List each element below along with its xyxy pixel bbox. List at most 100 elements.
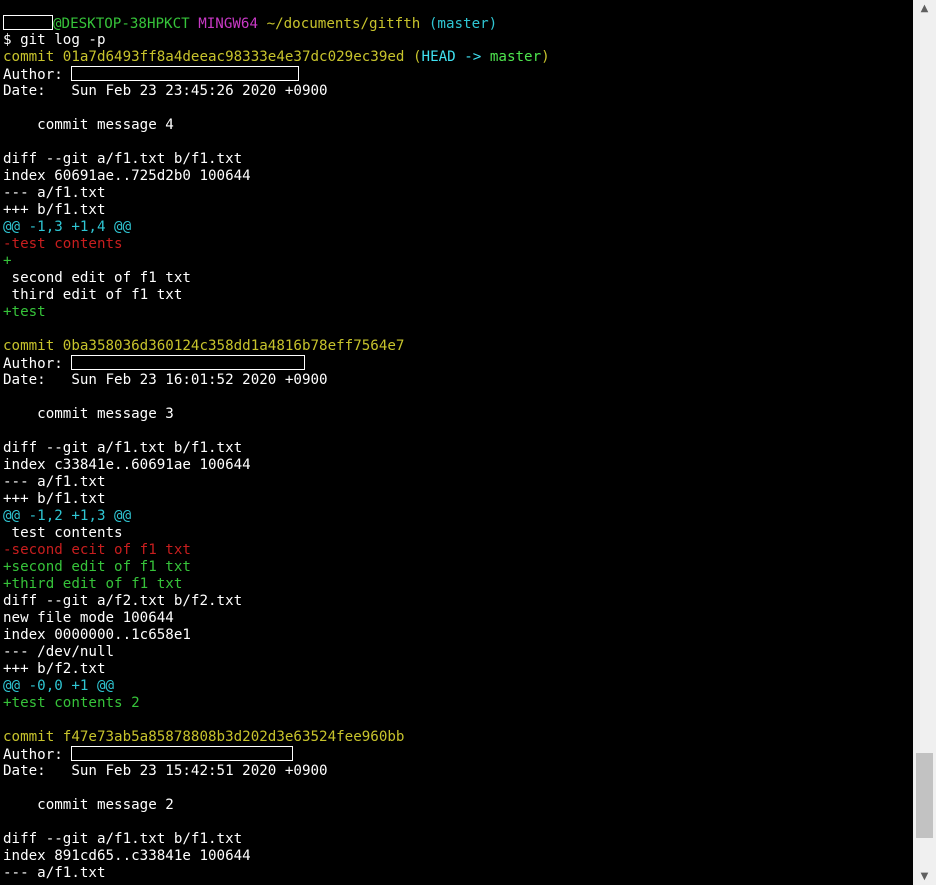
terminal-line: test contents [3, 525, 123, 542]
terminal-line: $ git log -p [3, 32, 106, 49]
terminal-line: commit 0ba358036d360124c358dd1a4816b78ef… [3, 338, 404, 355]
terminal-line: Author: [3, 746, 294, 763]
terminal-line: index 891cd65..c33841e 100644 [3, 848, 251, 865]
terminal-line: --- a/f1.txt [3, 474, 106, 491]
terminal-line: second edit of f1 txt [3, 270, 191, 287]
terminal-line: diff --git a/f2.txt b/f2.txt [3, 593, 242, 610]
terminal-text: second edit of f1 txt [3, 270, 191, 286]
terminal-text: MINGW64 [198, 16, 259, 32]
scroll-up-button[interactable]: ▲ [913, 0, 936, 17]
terminal-text: Date: Sun Feb 23 15:42:51 2020 +0900 [3, 763, 328, 779]
terminal-text: +test [3, 304, 46, 320]
terminal-line: commit message 2 [3, 797, 174, 814]
triangle-up-icon: ▲ [920, 3, 929, 14]
terminal-text: +third edit of f1 txt [3, 576, 183, 592]
terminal-text: index 60691ae..725d2b0 100644 [3, 168, 251, 184]
terminal-text: third edit of f1 txt [3, 287, 183, 303]
scroll-down-button[interactable]: ▼ [913, 868, 936, 885]
terminal-text: commit 01a7d6493ff8a4deeac98333e4e37dc02… [3, 49, 422, 65]
terminal-line: @@ -1,3 +1,4 @@ [3, 219, 131, 236]
terminal-text: +++ b/f1.txt [3, 491, 106, 507]
terminal-line: commit f47e73ab5a85878808b3d202d3e63524f… [3, 729, 404, 746]
terminal-line: Date: Sun Feb 23 15:42:51 2020 +0900 [3, 763, 328, 780]
terminal-line: -test contents [3, 236, 123, 253]
terminal-output[interactable]: @DESKTOP-38HPKCT MINGW64 ~/documents/git… [0, 0, 913, 885]
terminal-text: --- a/f1.txt [3, 474, 106, 490]
terminal-line: index c33841e..60691ae 100644 [3, 457, 251, 474]
terminal-text: commit f47e73ab5a85878808b3d202d3e63524f… [3, 729, 405, 745]
terminal-line: @DESKTOP-38HPKCT MINGW64 ~/documents/git… [3, 15, 497, 32]
terminal-text: -test contents [3, 236, 123, 252]
terminal-line: -second ecit of f1 txt [3, 542, 191, 559]
terminal-text: ) [541, 49, 550, 65]
terminal-line: diff --git a/f1.txt b/f1.txt [3, 831, 242, 848]
terminal-line: +test contents 2 [3, 695, 140, 712]
terminal-text: Author: [3, 747, 72, 763]
terminal-line: diff --git a/f1.txt b/f1.txt [3, 440, 242, 457]
terminal-line: --- a/f1.txt [3, 185, 106, 202]
terminal-text: Date: Sun Feb 23 16:01:52 2020 +0900 [3, 372, 328, 388]
terminal-text: diff --git a/f1.txt b/f1.txt [3, 831, 243, 847]
terminal-text: diff --git a/f1.txt b/f1.txt [3, 440, 243, 456]
terminal-text: @DESKTOP-38HPKCT [53, 16, 190, 32]
terminal-text: --- a/f1.txt [3, 185, 106, 201]
terminal-line: +++ b/f1.txt [3, 491, 106, 508]
terminal-text: diff --git a/f2.txt b/f2.txt [3, 593, 243, 609]
terminal-text: Date: Sun Feb 23 23:45:26 2020 +0900 [3, 83, 328, 99]
terminal-text: index 0000000..1c658e1 [3, 627, 191, 643]
terminal-line: +second edit of f1 txt [3, 559, 191, 576]
terminal-text: diff --git a/f1.txt b/f1.txt [3, 151, 243, 167]
terminal-line: commit 01a7d6493ff8a4deeac98333e4e37dc02… [3, 49, 550, 66]
terminal-text: Author: [3, 356, 72, 372]
terminal-text: --- a/f1.txt [3, 865, 106, 881]
terminal-text: $ git log -p [3, 32, 106, 48]
terminal-text: HEAD -> [421, 49, 490, 65]
terminal-line: +++ b/f2.txt [3, 661, 106, 678]
terminal-text: master [489, 49, 542, 65]
terminal-line: --- /dev/null [3, 644, 114, 661]
terminal-text: Author: [3, 67, 72, 83]
terminal-line: Author: [3, 355, 306, 372]
terminal-text: index c33841e..60691ae 100644 [3, 457, 251, 473]
terminal-text: commit message 2 [3, 797, 174, 813]
terminal-line: index 0000000..1c658e1 [3, 627, 191, 644]
terminal-text: + [3, 253, 12, 269]
terminal-line: @@ -1,2 +1,3 @@ [3, 508, 131, 525]
redacted-author [71, 746, 294, 761]
terminal-text: +second edit of f1 txt [3, 559, 191, 575]
terminal-text: test contents [3, 525, 123, 541]
terminal-text: commit 0ba358036d360124c358dd1a4816b78ef… [3, 338, 405, 354]
terminal-text: @@ -1,3 +1,4 @@ [3, 219, 132, 235]
terminal-line: @@ -0,0 +1 @@ [3, 678, 114, 695]
terminal-line: +++ b/f1.txt [3, 202, 106, 219]
terminal-line: + [3, 253, 12, 270]
terminal-text: commit message 3 [3, 406, 174, 422]
terminal-line: diff --git a/f1.txt b/f1.txt [3, 151, 242, 168]
terminal-line: +third edit of f1 txt [3, 576, 182, 593]
terminal-text: -second ecit of f1 txt [3, 542, 191, 558]
terminal-line: Date: Sun Feb 23 16:01:52 2020 +0900 [3, 372, 328, 389]
terminal-text: (master) [428, 16, 498, 32]
scrollbar-thumb[interactable] [916, 753, 933, 838]
terminal-line: commit message 3 [3, 406, 174, 423]
terminal-line: index 60691ae..725d2b0 100644 [3, 168, 251, 185]
terminal-text: +test contents 2 [3, 695, 140, 711]
terminal-line: commit message 4 [3, 117, 174, 134]
terminal-text: new file mode 100644 [3, 610, 174, 626]
redacted-author [71, 66, 300, 81]
terminal-text: --- /dev/null [3, 644, 115, 660]
vertical-scrollbar[interactable]: ▲ ▼ [913, 0, 936, 885]
terminal-line: Date: Sun Feb 23 23:45:26 2020 +0900 [3, 83, 328, 100]
terminal-line: new file mode 100644 [3, 610, 174, 627]
terminal-text: +++ b/f1.txt [3, 202, 106, 218]
triangle-down-icon: ▼ [920, 871, 929, 882]
terminal-text: index 891cd65..c33841e 100644 [3, 848, 251, 864]
terminal-text: @@ -0,0 +1 @@ [3, 678, 115, 694]
terminal-text: ~/documents/gitfth [266, 16, 421, 32]
terminal-text: commit message 4 [3, 117, 174, 133]
terminal-line: third edit of f1 txt [3, 287, 183, 304]
redacted-username [3, 15, 53, 30]
